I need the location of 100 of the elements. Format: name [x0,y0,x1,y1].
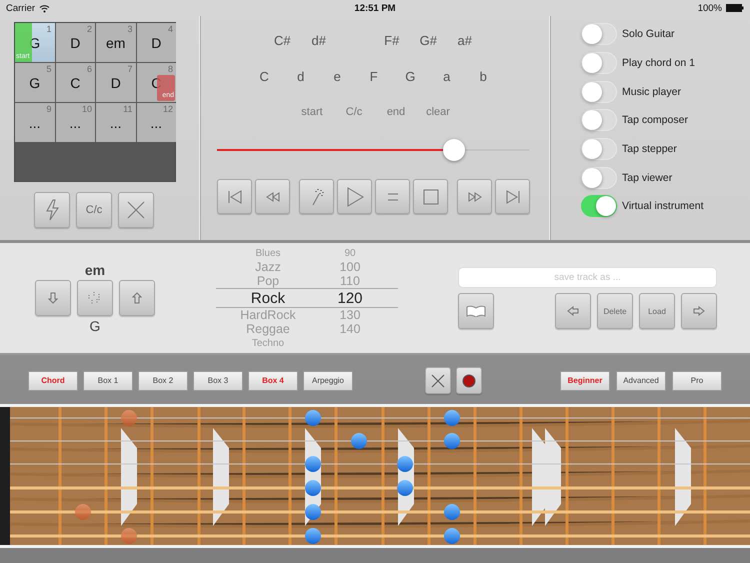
cell-number: 6 [86,64,92,74]
previous-button[interactable] [555,293,591,329]
toggle-label: Solo Guitar [622,28,675,40]
tempo-value: 130 [338,308,362,322]
pattern-tab[interactable]: Box 3 [193,370,243,390]
pattern-tab[interactable]: Box 4 [248,370,298,390]
cell-number: 8 [168,64,173,74]
up-button[interactable] [119,280,155,316]
chord-name: D [70,34,80,50]
note-dot [397,480,413,496]
track-button[interactable]: Delete [597,293,633,329]
fast-forward-button[interactable] [457,179,492,214]
note-key[interactable]: e [319,69,356,85]
fast-forward-icon [468,192,482,202]
chord-cell[interactable]: 4 D [136,23,176,62]
chord-name: G [29,74,40,90]
note-dot [121,410,137,426]
chord-name: C [70,74,80,90]
down-arrow-icon [48,292,58,304]
cell-number: 3 [127,24,132,34]
clear-button[interactable] [118,192,154,228]
pattern-tab[interactable]: Box 1 [83,370,133,390]
stop-button[interactable] [413,179,448,214]
rewind-button[interactable] [255,179,290,214]
note-key[interactable]: a [428,69,465,85]
chord-cell[interactable]: 11 ... [96,103,136,142]
pattern-tab[interactable]: Chord [28,370,78,390]
magic-wand-button[interactable] [299,179,334,214]
chord-cell[interactable]: 3 em [96,23,136,62]
pattern-tab[interactable]: Box 2 [138,370,188,390]
note-key[interactable]: a# [446,33,483,49]
lightning-icon [45,199,59,221]
play-icon [346,186,364,206]
skip-back-button[interactable] [217,179,252,214]
marker-label[interactable]: clear [417,106,459,122]
pattern-tab[interactable]: Arpeggio [303,370,353,390]
chord-cell[interactable]: 10 ... [56,103,95,142]
note-key[interactable]: G [392,69,428,85]
note-dot [444,410,460,426]
note-key[interactable]: d# [300,33,337,49]
equals-icon [386,192,398,200]
next-chord: em [84,262,106,278]
close-button[interactable] [425,367,451,394]
marker-label[interactable]: end [375,106,417,122]
genre-name: Blues [254,248,282,258]
clock-time: 12:51 PM [354,2,396,14]
chord-cell[interactable]: 6 C [56,63,95,102]
cell-number: 10 [82,104,92,114]
note-key[interactable]: C# [264,33,300,49]
genre-name: Techno [250,338,286,348]
play-button[interactable] [337,179,372,214]
level-tab[interactable]: Advanced [616,370,666,390]
level-tab[interactable]: Beginner [560,370,610,390]
genre-name: HardRock [239,308,297,322]
chord-cell[interactable]: 2 D [56,23,95,62]
skip-back-icon [226,188,242,204]
note-dot [305,410,321,426]
note-key[interactable]: C [246,69,282,85]
music-notes-button[interactable] [77,280,113,316]
chord-cell[interactable]: 12 ... [136,103,176,142]
tempo-value: 140 [338,322,362,336]
note-dot [397,456,413,472]
note-key[interactable]: F# [374,33,410,49]
level-tab[interactable]: Pro [672,370,722,390]
note-dot [444,433,460,449]
rewind-icon [266,192,280,202]
note-key[interactable]: F [356,69,392,85]
chord-cell[interactable]: 9 ... [15,103,54,142]
tempo-value: 100 [338,260,362,274]
down-button[interactable] [35,280,71,316]
equals-button[interactable] [375,179,410,214]
up-arrow-icon [132,292,142,304]
slider-thumb[interactable] [443,139,466,161]
cell-number: 5 [46,64,52,74]
chord-name: ... [28,114,41,130]
marker-label[interactable]: C/c [333,106,375,122]
carrier-name: Carrier [6,2,36,14]
toggle-switch[interactable] [581,195,617,218]
chord-name: ... [110,114,122,130]
lightning-button[interactable] [34,192,70,228]
book-button[interactable] [458,293,494,329]
genre-name: Pop [256,274,280,288]
case-button[interactable]: C/c [76,192,112,228]
note-key[interactable]: G# [410,33,446,49]
chord-cell[interactable]: 5 G [15,63,54,102]
save-track-field[interactable]: save track as ... [458,267,717,288]
chord-cell[interactable]: 7 D [96,63,136,102]
note-dot [305,504,321,520]
marker-label[interactable]: start [291,106,333,122]
record-button[interactable] [456,367,482,394]
next-button[interactable] [681,293,717,329]
chord-name: ... [69,114,82,130]
style-option[interactable]: Rock 120 [216,288,398,308]
note-dot [305,480,321,496]
track-button[interactable]: Load [639,293,675,329]
skip-forward-button[interactable] [495,179,530,214]
cell-number: 11 [123,104,132,114]
note-key[interactable]: b [465,69,502,85]
note-key[interactable]: d [282,69,319,85]
tempo-value: 120 [336,290,364,306]
